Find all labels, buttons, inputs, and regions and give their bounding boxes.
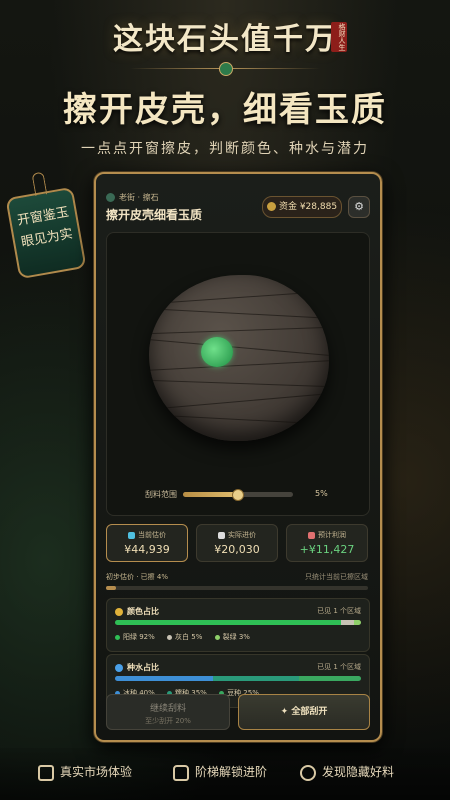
stat-label: 预计利润	[318, 531, 346, 539]
stat-value: +¥11,427	[299, 543, 355, 556]
settings-button[interactable]: ⚙	[348, 196, 370, 218]
color-ratio-box: 颜色占比 已见 1 个区域 阳绿 92% 灰白 5% 裂绿 3%	[106, 598, 370, 652]
box-note: 已见 1 个区域	[317, 663, 361, 671]
search-icon	[106, 193, 115, 202]
subheadline: 一点点开窗擦皮，判断颜色、种水与潜力	[81, 141, 369, 157]
water-ratio-bar	[115, 676, 361, 681]
legend-item: 裂绿 3%	[222, 633, 250, 641]
bar-segment	[341, 620, 354, 625]
sparkle-icon: ✦	[280, 707, 292, 717]
continue-scrape-button[interactable]: 继续刮料 至少刮开 20%	[106, 694, 230, 730]
seal-stamp: 格财人生	[331, 22, 347, 52]
slider-track[interactable]	[183, 489, 293, 501]
document-icon	[218, 531, 225, 539]
color-ratio-bar	[115, 620, 361, 625]
chart-icon	[308, 531, 315, 539]
stat-value: ¥20,030	[214, 543, 260, 556]
jade-tag: 开窗鉴玉 眼见为实	[5, 186, 87, 280]
search-icon	[300, 764, 316, 781]
box-title: 颜色占比	[127, 607, 159, 616]
feature-market: 真实市场体验	[38, 762, 132, 782]
feature-discover: 发现隐藏好料	[300, 762, 394, 782]
slider-value: 5%	[315, 489, 328, 498]
funds-label: 资金	[278, 202, 297, 212]
stat-expected-profit: 预计利润 +¥11,427	[286, 524, 368, 562]
feature-label: 真实市场体验	[60, 765, 133, 779]
bar-segment	[299, 676, 361, 681]
title-banner: 这块石头值千万	[0, 14, 450, 58]
funds-value: ¥28,885	[299, 202, 338, 212]
legend-item: 阳绿 92%	[123, 633, 155, 641]
color-legend: 阳绿 92% 灰白 5% 裂绿 3%	[115, 632, 260, 642]
stat-actual-cost: 实际进价 ¥20,030	[196, 524, 278, 562]
stat-current-estimate: 当前估价 ¥44,939	[106, 524, 188, 562]
slider-knob[interactable]	[232, 489, 244, 501]
scrape-all-button[interactable]: ✦ 全部刮开	[238, 694, 370, 730]
bar-segment	[213, 676, 300, 681]
continue-sub: 至少刮开 20%	[145, 717, 191, 725]
scrape-progress-fill	[106, 586, 117, 590]
feature-unlock: 阶梯解锁进阶	[173, 762, 267, 782]
headline: 擦开皮壳，细看玉质	[63, 90, 387, 130]
game-title: 这块石头值千万	[113, 22, 337, 57]
panel-topbar: 老街 · 擦石 擦开皮壳细看玉质 资金 ¥28,885 ⚙	[106, 184, 370, 224]
stat-label: 实际进价	[228, 531, 256, 539]
box-title: 种水占比	[127, 663, 159, 672]
funds-badge: 资金 ¥28,885	[262, 196, 342, 218]
breadcrumb: 老街 · 擦石	[106, 192, 159, 203]
legend-item: 灰白 5%	[175, 633, 203, 641]
gear-icon: ⚙	[354, 200, 364, 213]
slider-fill	[183, 492, 238, 497]
coin-icon	[266, 202, 276, 211]
breadcrumb-text: 老街 · 擦石	[119, 193, 159, 202]
shop-icon	[38, 764, 54, 781]
continue-label: 继续刮料	[149, 704, 186, 714]
bar-segment	[115, 676, 214, 681]
feature-footer: 真实市场体验 阶梯解锁进阶 发现隐藏好料	[0, 748, 450, 800]
bar-segment	[115, 620, 342, 625]
scrape-range-slider[interactable]: 刮料范围 5%	[145, 487, 337, 501]
phone-panel: 老街 · 擦石 擦开皮壳细看玉质 资金 ¥28,885 ⚙ 刮料范围 5% 当前…	[94, 172, 382, 742]
jade-gem-icon	[219, 62, 233, 76]
stone-area: 刮料范围 5%	[106, 232, 370, 516]
stat-value: ¥44,939	[124, 543, 170, 556]
bar-segment	[353, 620, 361, 625]
stage-title: 擦开皮壳细看玉质	[106, 208, 203, 222]
slider-label: 刮料范围	[145, 490, 177, 499]
feature-label: 阶梯解锁进阶	[195, 765, 268, 779]
estimate-row: 初步估价 · 已擦 4% 只统计当前已擦区域	[106, 570, 368, 584]
raw-stone[interactable]	[149, 275, 329, 441]
diamond-icon	[128, 531, 135, 539]
palette-icon	[115, 607, 123, 616]
estimate-left: 初步估价 · 已擦 4%	[106, 573, 169, 581]
jade-window	[201, 337, 233, 367]
title-ornament	[130, 62, 320, 76]
estimate-right: 只统计当前已擦区域	[305, 573, 368, 581]
stat-label: 当前估价	[138, 531, 166, 539]
feature-label: 发现隐藏好料	[322, 765, 395, 779]
box-note: 已见 1 个区域	[317, 607, 361, 615]
scrape-progress-bar	[106, 586, 368, 590]
water-drop-icon	[115, 663, 123, 672]
lock-icon	[173, 764, 189, 781]
scrape-all-label: 全部刮开	[291, 707, 328, 717]
